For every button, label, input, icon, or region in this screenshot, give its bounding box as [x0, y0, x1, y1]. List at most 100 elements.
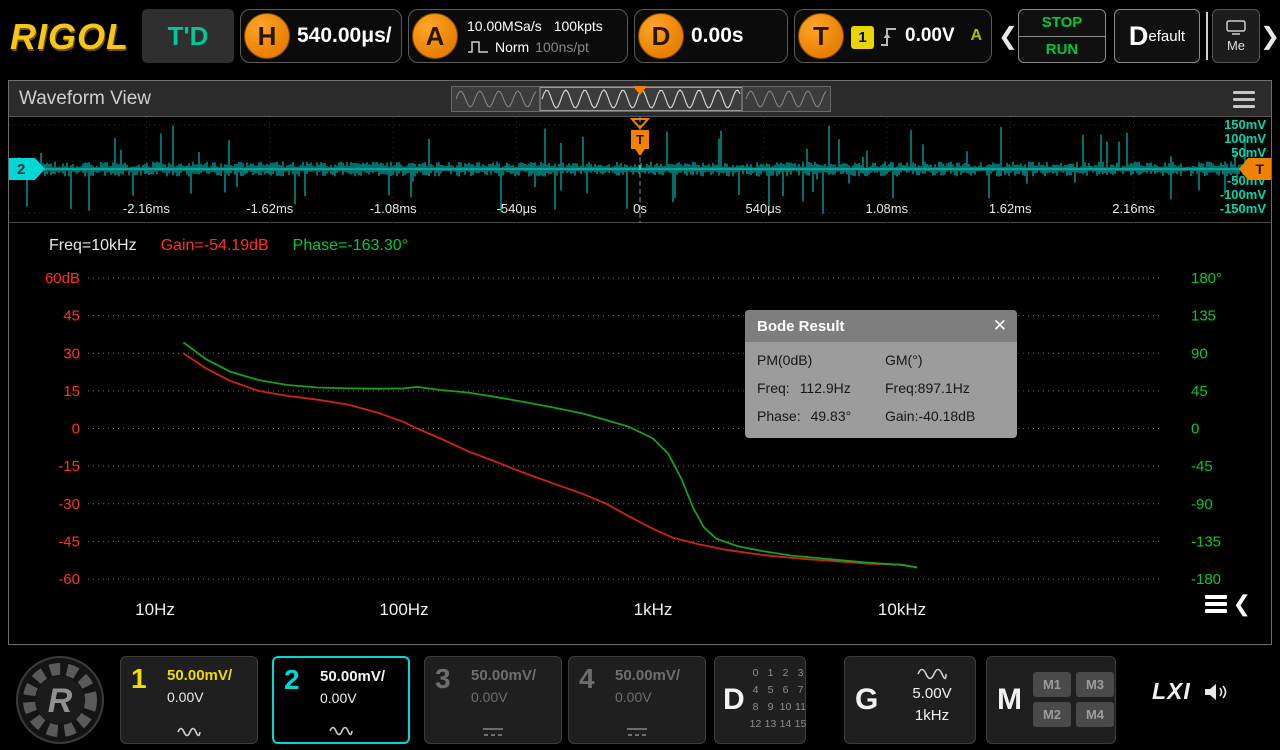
rigol-logo: RIGOL: [10, 16, 129, 58]
phase-axis-label: -180: [1191, 571, 1221, 588]
time-label: -1.08ms: [370, 201, 417, 216]
d-knob-icon: D: [638, 13, 684, 59]
digital-channel-number: 4: [749, 684, 762, 696]
channel1-number: 1: [131, 663, 147, 695]
menu-expand-icon[interactable]: ❮: [1205, 591, 1251, 617]
digital-channel-number: 15: [794, 718, 807, 730]
digital-channels-button[interactable]: D 0123456789101112131415: [714, 656, 806, 744]
channel4-offset: 0.00V: [615, 689, 652, 705]
bode-plot-area: Freq=10kHz Gain=-54.19dB Phase=-163.30° …: [9, 223, 1271, 644]
delay-button[interactable]: D 0.00s: [634, 9, 788, 63]
h-knob-icon: H: [244, 13, 290, 59]
phase-axis-label: 135: [1191, 308, 1216, 325]
channel2-scale: 50.00mV/: [320, 668, 385, 685]
memory-depth: 100kpts: [554, 18, 603, 34]
trigger-position-marker[interactable]: T: [628, 117, 652, 161]
math1-button[interactable]: M1: [1033, 672, 1071, 697]
a-knob-icon: A: [412, 13, 458, 59]
channel2-button[interactable]: 2 50.00mV/ 0.00V: [272, 656, 410, 744]
horizontal-position-preview[interactable]: [451, 86, 831, 112]
sample-rate: 10.00MSa/s: [467, 18, 542, 34]
channel2-offset: 0.00V: [320, 690, 357, 706]
waveform-generator-button[interactable]: G 5.00V 1kHz: [844, 656, 976, 744]
math2-button[interactable]: M2: [1033, 702, 1071, 727]
digital-channel-number: 6: [779, 684, 792, 696]
trigger-level-value: 0.00V: [905, 10, 955, 62]
gm-header: GM(°): [885, 352, 1005, 368]
math4-button[interactable]: M4: [1076, 702, 1114, 727]
math3-button[interactable]: M3: [1076, 672, 1114, 697]
gain-axis-label: 15: [63, 383, 80, 400]
time-domain-strip: -2.16ms-1.62ms-1.08ms-540μs0s540μs1.08ms…: [9, 117, 1271, 223]
digital-channel-number: 1: [764, 667, 777, 679]
digital-channel-number: 10: [779, 701, 792, 713]
rigol-home-button[interactable]: R: [14, 654, 106, 746]
next-menu-icon[interactable]: ❯: [1260, 22, 1280, 51]
delay-value: 0.00s: [691, 10, 744, 62]
channel1-button[interactable]: 1 50.00mV/ 0.00V: [120, 656, 258, 744]
screen-icon: [1226, 20, 1246, 35]
waveform-view-header: Waveform View: [9, 81, 1271, 117]
chevron-left-icon: ❮: [1233, 591, 1251, 617]
gain-axis-label: 45: [63, 308, 80, 325]
pulse-icon: [467, 40, 489, 54]
channel4-button[interactable]: 4 50.00mV/ 0.00V: [568, 656, 706, 744]
channel3-number: 3: [435, 663, 451, 695]
default-rest: efault: [1148, 28, 1185, 45]
digital-channel-number: 8: [749, 701, 762, 713]
dc-coupling-icon: [481, 726, 505, 738]
phase-axis-label: 90: [1191, 345, 1208, 362]
generator-frequency: 1kHz: [915, 707, 949, 724]
channel4-scale: 50.00mV/: [615, 667, 680, 684]
channel1-scale: 50.00mV/: [167, 667, 232, 684]
generator-label: G: [855, 683, 878, 717]
waveform-view-window: Waveform View -2.16ms-1.62ms-1.08ms-540μ…: [8, 80, 1272, 645]
menu-button[interactable]: Me: [1212, 9, 1260, 63]
generator-amplitude: 5.00V: [912, 685, 951, 702]
trigger-coupling: A: [970, 10, 982, 62]
pm-freq-label: Freq:: [757, 380, 790, 396]
channel3-button[interactable]: 3 50.00mV/ 0.00V: [424, 656, 562, 744]
stop-run-button[interactable]: STOP RUN: [1018, 9, 1106, 63]
math-button[interactable]: M M1 M3 M2 M4: [986, 656, 1116, 744]
channel1-offset: 0.00V: [167, 689, 204, 705]
lxi-status: LXI: [1152, 678, 1229, 705]
phase-axis-label: -135: [1191, 533, 1221, 550]
time-label: 2.16ms: [1112, 201, 1155, 216]
chann3-offset: 0.00V: [471, 689, 508, 705]
time-label: 1.62ms: [989, 201, 1032, 216]
digital-channel-number: 7: [794, 684, 807, 696]
channel4-number: 4: [579, 663, 595, 695]
trigger-source-badge: 1: [851, 26, 874, 49]
pm-freq-value: 112.9Hz: [800, 380, 851, 396]
trigger-flag-label: T: [636, 132, 644, 147]
channel3-scale: 50.00mV/: [471, 667, 536, 684]
gain-axis-label: 30: [63, 345, 80, 362]
popup-body: PM(0dB) GM(°) Freq: 112.9Hz Freq:897.1Hz…: [745, 342, 1017, 438]
trigger-button[interactable]: T 1 0.00V A: [794, 9, 992, 63]
default-setup-button[interactable]: Default: [1114, 9, 1200, 63]
window-menu-icon[interactable]: [1233, 91, 1255, 112]
acquisition-button[interactable]: A 10.00MSa/s 100kpts Norm 100ns/pt: [408, 9, 628, 63]
speaker-icon[interactable]: [1203, 681, 1229, 703]
digital-channel-number: 2: [779, 667, 792, 679]
close-icon[interactable]: ✕: [993, 316, 1007, 336]
menu-bars-icon: [1205, 592, 1227, 617]
time-label: 0s: [633, 201, 647, 216]
time-per-point: 100ns/pt: [535, 39, 589, 55]
preview-sine: [456, 91, 536, 107]
digital-channel-number: 5: [764, 684, 777, 696]
gm-freq: Freq:897.1Hz: [885, 380, 1005, 396]
top-status-bar: RIGOL T'D H 540.00μs/ A 10.00MSa/s 100kp…: [0, 0, 1280, 74]
volt-label: 100mV: [1220, 132, 1266, 146]
trigger-status-indicator: T'D: [142, 9, 234, 63]
bode-result-popup: Bode Result ✕ PM(0dB) GM(°) Freq: 112.9H…: [745, 310, 1017, 438]
prev-menu-icon[interactable]: ❮: [998, 22, 1018, 51]
preview-sine: [746, 91, 826, 107]
horizontal-scale-button[interactable]: H 540.00μs/: [240, 9, 402, 63]
digital-channel-grid: 0123456789101112131415: [749, 667, 807, 730]
time-label: -2.16ms: [123, 201, 170, 216]
rigol-gear-icon: R: [14, 654, 106, 746]
popup-header: Bode Result ✕: [745, 310, 1017, 342]
volt-label: -100mV: [1220, 188, 1266, 202]
